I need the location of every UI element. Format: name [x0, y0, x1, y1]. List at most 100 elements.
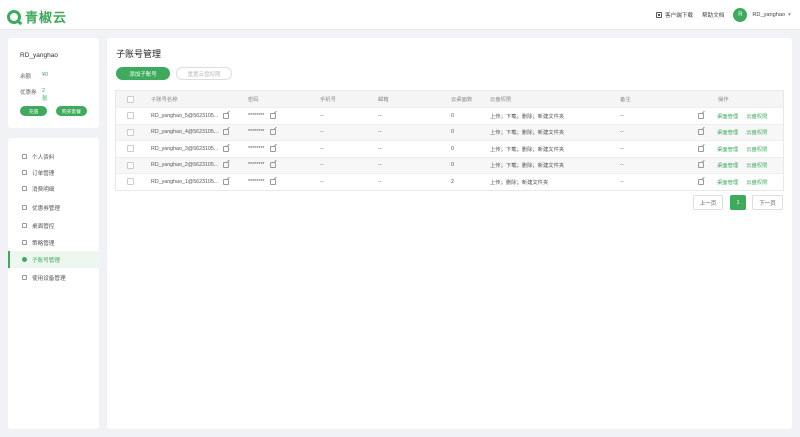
sidebar-item-coupons[interactable]: 优惠券管理	[8, 199, 99, 216]
user-icon	[22, 154, 27, 159]
sidebar-item-subaccounts[interactable]: 子账号管理	[8, 251, 99, 268]
sidebar-item-devices[interactable]: 使用设备管理	[8, 269, 99, 286]
email-cell: --	[378, 178, 382, 185]
edit-icon[interactable]	[698, 145, 704, 152]
edit-icon[interactable]	[269, 145, 276, 152]
table-row[interactable]: RD_yanghao_4@5623105... ******** -- -- 0…	[116, 123, 783, 140]
reset-permission-button[interactable]: 重置云盘权限	[176, 67, 232, 80]
logo-text: 青椒云	[25, 10, 68, 25]
add-subaccount-button[interactable]: 添加子账号	[116, 67, 170, 80]
disk-permission-link[interactable]: 云盘权限	[746, 145, 767, 153]
sidebar-item-label: 优惠券管理	[32, 205, 60, 212]
edit-icon[interactable]	[269, 129, 276, 136]
account-name[interactable]: RD_yanghao	[752, 12, 785, 18]
buy-package-button[interactable]: 购买套餐	[56, 106, 87, 116]
subaccount-name: RD_yanghao_5@5623105...	[151, 112, 219, 119]
recharge-button[interactable]: 充值	[20, 106, 47, 116]
table-row[interactable]: RD_yanghao_3@5623105... ******** -- -- 0…	[116, 140, 783, 157]
device-icon	[22, 275, 27, 280]
password-mask: ********	[248, 178, 265, 185]
permission-cell: 上传；删除；新建文件夹	[490, 179, 549, 186]
permission-cell: 上传；下载；删除；新建文件夹	[490, 163, 565, 170]
strategy-icon	[22, 240, 27, 245]
sidebar-item-label: 桌面管控	[32, 223, 55, 230]
disk-permission-link[interactable]: 云盘权限	[746, 161, 767, 169]
note-cell: --	[620, 162, 624, 169]
disk-permission-link[interactable]: 云盘权限	[746, 128, 767, 136]
column-header: 操作	[718, 97, 729, 103]
page-number-button[interactable]: 1	[730, 195, 746, 210]
phone-cell: --	[320, 112, 324, 119]
column-header: 备注	[620, 97, 631, 103]
sidebar: 个人资料 订单管理 消费明细 优惠券管理 桌面管控 策略管理 子账号管理 使用设…	[8, 138, 99, 429]
edit-icon[interactable]	[223, 129, 230, 136]
edit-icon[interactable]	[223, 145, 230, 152]
edit-icon[interactable]	[698, 162, 704, 169]
sidebar-item-label: 消费明细	[32, 186, 55, 193]
balance-row: 余额 ¥0	[20, 72, 48, 80]
desktop-count: 0	[451, 162, 454, 169]
sidebar-item-strategy[interactable]: 策略管理	[8, 234, 99, 251]
edit-icon[interactable]	[223, 112, 230, 119]
edit-icon[interactable]	[269, 178, 276, 185]
edit-icon[interactable]	[698, 112, 704, 119]
note-cell: --	[620, 129, 624, 136]
desktop-manage-link[interactable]: 桌面管理	[717, 161, 738, 169]
edit-icon[interactable]	[698, 129, 704, 136]
column-header: 手机号	[320, 97, 336, 103]
desktop-manage-link[interactable]: 桌面管理	[717, 112, 738, 120]
client-download-link[interactable]: 客户端下载	[665, 11, 693, 19]
desktop-count: 0	[451, 129, 454, 136]
row-checkbox[interactable]	[127, 112, 134, 120]
password-mask: ********	[248, 162, 265, 169]
email-cell: --	[378, 112, 382, 119]
select-all-checkbox[interactable]	[127, 95, 134, 103]
subaccount-name: RD_yanghao_3@5623105...	[151, 145, 219, 152]
phone-cell: --	[320, 178, 324, 185]
table-row[interactable]: RD_yanghao_5@5623105... ******** -- -- 0…	[116, 107, 783, 124]
password-mask: ********	[248, 145, 265, 152]
logo[interactable]: 青椒云	[7, 7, 67, 26]
desktop-manage-link[interactable]: 桌面管理	[717, 128, 738, 136]
password-mask: ********	[248, 129, 265, 136]
row-checkbox[interactable]	[127, 178, 134, 186]
sidebar-item-label: 个人资料	[32, 154, 55, 161]
sidebar-item-orders[interactable]: 订单管理	[8, 164, 99, 181]
chevron-down-icon[interactable]: ▼	[787, 12, 792, 18]
disk-permission-link[interactable]: 云盘权限	[746, 112, 767, 120]
phone-cell: --	[320, 145, 324, 152]
subaccount-name: RD_yanghao_1@5623105...	[151, 178, 219, 185]
sidebar-item-consumption[interactable]: 消费明细	[8, 180, 99, 197]
desktop-manage-link[interactable]: 桌面管理	[717, 145, 738, 153]
disk-permission-link[interactable]: 云盘权限	[746, 178, 767, 186]
column-header: 密码	[248, 97, 259, 103]
email-cell: --	[378, 129, 382, 136]
edit-icon[interactable]	[698, 178, 704, 185]
coupon-value[interactable]: 2张	[42, 88, 48, 102]
edit-icon[interactable]	[223, 162, 230, 169]
row-checkbox[interactable]	[127, 128, 134, 136]
sidebar-item-label: 策略管理	[32, 240, 55, 247]
sidebar-item-desktop-control[interactable]: 桌面管控	[8, 217, 99, 234]
table-row[interactable]: RD_yanghao_2@5623105... ******** -- -- 0…	[116, 156, 783, 173]
password-mask: ********	[248, 112, 265, 119]
prev-page-button[interactable]: 上一页	[693, 195, 723, 210]
desktop-manage-link[interactable]: 桌面管理	[717, 178, 738, 186]
help-docs-link[interactable]: 帮助文档	[702, 11, 724, 19]
edit-icon[interactable]	[223, 178, 230, 185]
row-checkbox[interactable]	[127, 145, 134, 153]
next-page-button[interactable]: 下一页	[752, 195, 783, 210]
edit-icon[interactable]	[269, 162, 276, 169]
row-checkbox[interactable]	[127, 161, 134, 169]
edit-icon[interactable]	[269, 112, 276, 119]
note-cell: --	[620, 112, 624, 119]
column-header: 云盘权限	[490, 97, 512, 103]
phone-cell: --	[320, 162, 324, 169]
column-header: 子账号名称	[151, 97, 178, 103]
permission-cell: 上传；下载；删除；新建文件夹	[490, 146, 565, 153]
avatar[interactable]: R	[733, 7, 748, 22]
table-row[interactable]: RD_yanghao_1@5623105... ******** -- -- 2…	[116, 173, 783, 190]
sidebar-item-profile[interactable]: 个人资料	[8, 148, 99, 165]
sidebar-item-label: 订单管理	[32, 170, 55, 177]
table-header: 子账号名称 密码 手机号 邮箱 云桌面数 云盘权限 备注 操作	[116, 91, 783, 107]
